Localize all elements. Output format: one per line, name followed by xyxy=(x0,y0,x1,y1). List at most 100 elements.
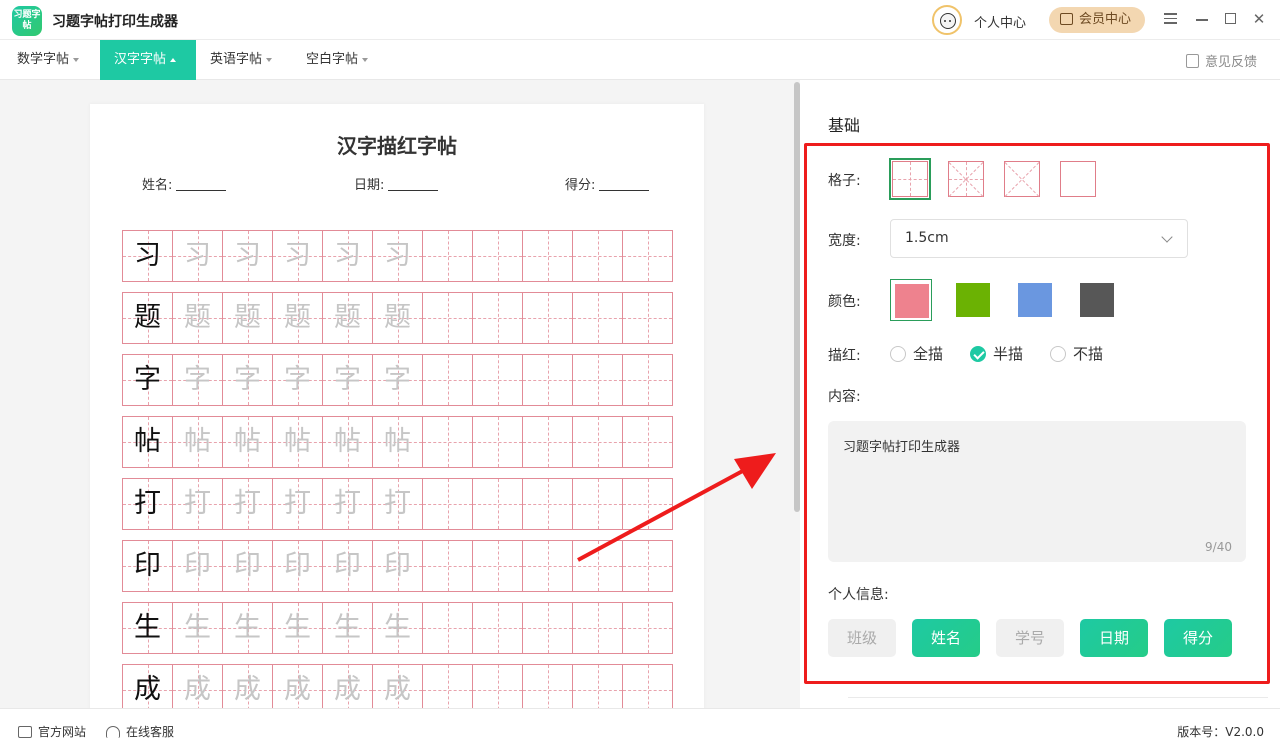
model-character: 印 xyxy=(122,540,173,592)
tab-bar: 数学字帖 汉字字帖 英语字帖 空白字帖 意见反馈 xyxy=(0,40,1280,80)
tab-math[interactable]: 数学字帖 xyxy=(0,40,91,80)
annotation-arrow xyxy=(577,453,776,562)
trace-character: 帖 xyxy=(272,416,323,468)
trace-character: 帖 xyxy=(222,416,273,468)
score-label: 得分: xyxy=(565,178,596,193)
blank-cell xyxy=(622,292,673,344)
tab-chinese[interactable]: 汉字字帖 xyxy=(100,40,196,80)
blank-cell xyxy=(522,540,573,592)
trace-character: 印 xyxy=(172,540,223,592)
radio-label: 不描 xyxy=(1073,345,1104,363)
trace-character: 习 xyxy=(172,230,223,282)
trace-character: 习 xyxy=(322,230,373,282)
char-counter: 9/40 xyxy=(1205,540,1232,554)
grid-option-tian[interactable] xyxy=(889,158,931,200)
trace-character: 题 xyxy=(372,292,423,344)
info-tag-name[interactable]: 姓名 xyxy=(912,619,980,657)
grid-option-blank[interactable] xyxy=(1060,161,1096,197)
blank-cell xyxy=(422,478,473,530)
tab-english[interactable]: 英语字帖 xyxy=(193,40,284,80)
maximize-icon[interactable] xyxy=(1221,10,1239,28)
app-title: 习题字帖打印生成器 xyxy=(52,14,178,30)
info-tag-score[interactable]: 得分 xyxy=(1164,619,1232,657)
website-label: 官方网站 xyxy=(38,725,87,739)
trace-none-radio[interactable]: 不描 xyxy=(1050,343,1103,364)
blank-cell xyxy=(472,230,523,282)
content-textarea[interactable]: 习题字帖打印生成器 9/40 xyxy=(828,421,1246,562)
grid-row: 字字字字字字 xyxy=(122,354,673,406)
app-logo: 习题字帖 xyxy=(12,6,42,36)
trace-character: 印 xyxy=(322,540,373,592)
grid-label: 格子: xyxy=(828,173,861,189)
trace-character: 帖 xyxy=(172,416,223,468)
check-icon xyxy=(970,346,986,362)
color-swatch xyxy=(956,283,990,317)
info-tag-student-id[interactable]: 学号 xyxy=(996,619,1064,657)
worksheet-title: 汉字描红字帖 xyxy=(337,134,457,158)
trace-character: 打 xyxy=(222,478,273,530)
monitor-icon xyxy=(18,726,32,738)
trace-full-radio[interactable]: 全描 xyxy=(890,343,943,364)
trace-character: 字 xyxy=(222,354,273,406)
trace-character: 生 xyxy=(272,602,323,654)
trace-label: 描红: xyxy=(828,348,861,364)
feedback-label: 意见反馈 xyxy=(1205,55,1258,70)
info-tag-date[interactable]: 日期 xyxy=(1080,619,1148,657)
trace-character: 打 xyxy=(272,478,323,530)
menu-icon[interactable] xyxy=(1161,10,1179,28)
blank-cell xyxy=(522,354,573,406)
trace-character: 题 xyxy=(322,292,373,344)
color-option-gray[interactable] xyxy=(1076,279,1118,321)
trace-character: 字 xyxy=(172,354,223,406)
tab-blank[interactable]: 空白字帖 xyxy=(289,40,380,80)
blank-cell xyxy=(522,478,573,530)
blank-cell xyxy=(522,292,573,344)
chevron-down-icon xyxy=(1161,231,1173,243)
caret-down-icon xyxy=(266,57,273,62)
minimize-icon[interactable] xyxy=(1193,10,1211,28)
title-bar: 习题字帖 习题字帖打印生成器 个人中心 会员中心 ✕ xyxy=(0,0,1280,40)
trace-character: 字 xyxy=(322,354,373,406)
blank-cell xyxy=(422,540,473,592)
feedback-link[interactable]: 意见反馈 xyxy=(1186,51,1257,70)
color-option-green[interactable] xyxy=(952,279,994,321)
grid-option-mi[interactable] xyxy=(948,161,984,197)
trace-half-radio[interactable]: 半描 xyxy=(970,343,1023,364)
footer-bar: 官方网站 在线客服 版本号：V2.0.0 xyxy=(0,708,1280,750)
info-label: 个人信息: xyxy=(828,587,889,603)
version-label: 版本号：V2.0.0 xyxy=(1177,725,1264,739)
panel-divider xyxy=(848,697,1268,698)
radio-circle xyxy=(1050,346,1066,362)
color-swatch xyxy=(895,284,929,318)
trace-character: 印 xyxy=(372,540,423,592)
online-support-link[interactable]: 在线客服 xyxy=(106,723,174,740)
score-field: 得分: xyxy=(565,174,650,193)
blank-cell xyxy=(422,416,473,468)
color-option-pink[interactable] xyxy=(890,279,932,321)
color-swatch xyxy=(1080,283,1114,317)
caret-down-icon xyxy=(362,57,369,62)
close-icon[interactable]: ✕ xyxy=(1250,10,1268,28)
model-character: 生 xyxy=(122,602,173,654)
color-option-blue[interactable] xyxy=(1014,279,1056,321)
width-select[interactable]: 1.5cm xyxy=(890,219,1188,258)
color-swatch xyxy=(1018,283,1052,317)
info-tag-class[interactable]: 班级 xyxy=(828,619,896,657)
vip-center-button[interactable]: 会员中心 xyxy=(1049,7,1145,33)
trace-character: 印 xyxy=(272,540,323,592)
trace-character: 习 xyxy=(372,230,423,282)
trace-character: 题 xyxy=(222,292,273,344)
official-website-link[interactable]: 官方网站 xyxy=(18,723,86,740)
trace-character: 题 xyxy=(272,292,323,344)
model-character: 帖 xyxy=(122,416,173,468)
blank-cell xyxy=(472,292,523,344)
avatar[interactable] xyxy=(932,5,962,35)
blank-cell xyxy=(422,230,473,282)
tab-label: 数学字帖 xyxy=(17,52,70,67)
caret-up-icon xyxy=(170,57,177,62)
trace-character: 习 xyxy=(272,230,323,282)
grid-option-x[interactable] xyxy=(1004,161,1040,197)
tab-label: 空白字帖 xyxy=(306,52,359,67)
grid-row: 习习习习习习 xyxy=(122,230,673,282)
personal-center-link[interactable]: 个人中心 xyxy=(974,12,1026,31)
